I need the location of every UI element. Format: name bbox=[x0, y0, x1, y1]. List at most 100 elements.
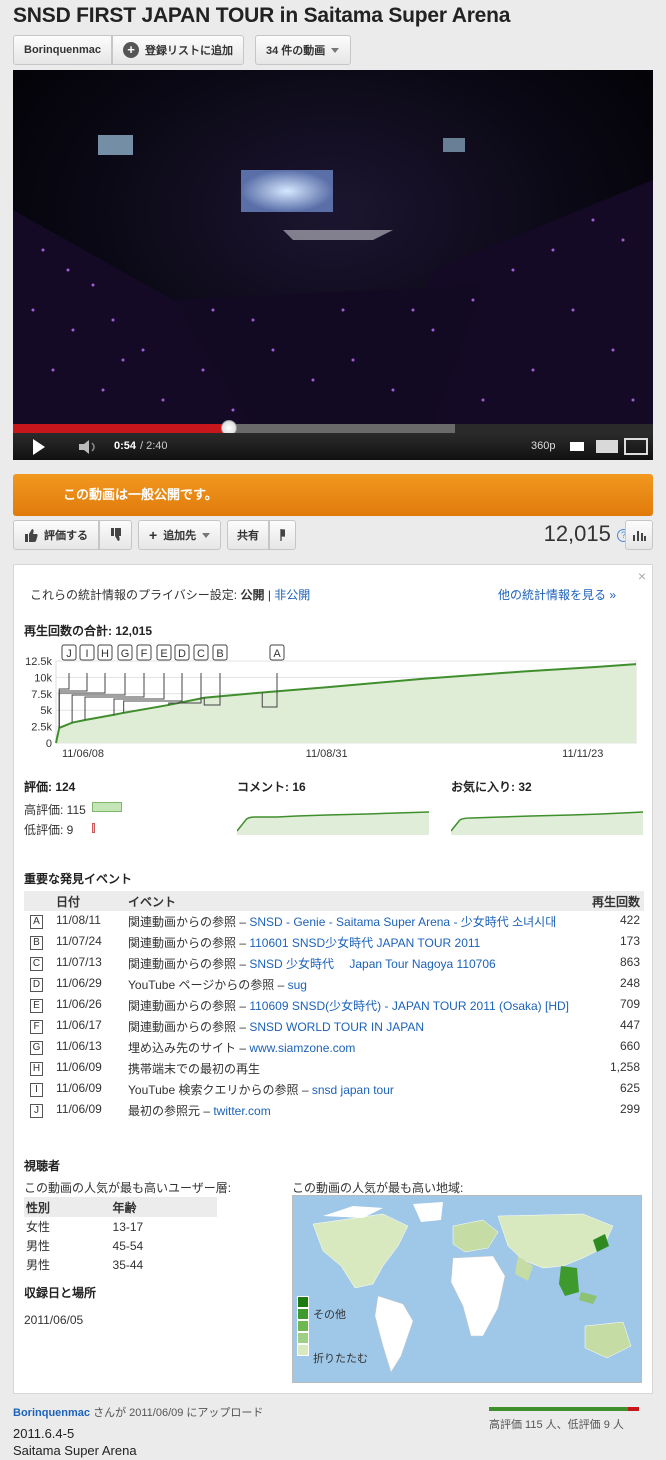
dislikes-bar bbox=[92, 823, 95, 833]
dislike-button[interactable] bbox=[99, 520, 132, 550]
event-prefix: 携帯端末での最初の再生 bbox=[128, 1062, 261, 1076]
like-button[interactable]: 評価する bbox=[13, 520, 99, 550]
event-letter-box: F bbox=[30, 1020, 43, 1034]
large-player-icon[interactable] bbox=[596, 440, 618, 453]
time-current: 0:54 bbox=[114, 440, 137, 452]
close-icon[interactable]: × bbox=[638, 568, 646, 584]
demo-row: 男性 35-44 bbox=[24, 1255, 217, 1274]
privacy-private-link[interactable]: 非公開 bbox=[274, 588, 310, 602]
event-description: 最初の参照元 – twitter.com bbox=[124, 1100, 584, 1121]
event-letter: G bbox=[24, 1037, 52, 1058]
share-button[interactable]: 共有 bbox=[227, 520, 269, 550]
fullscreen-icon[interactable] bbox=[624, 438, 648, 455]
event-link[interactable]: 110609 SNSD(少女時代) - JAPAN TOUR 2011 (Osa… bbox=[249, 999, 569, 1013]
event-description: 関連動画からの参照 – 110609 SNSD(少女時代) - JAPAN TO… bbox=[124, 995, 584, 1016]
demo-col-gender: 性別 bbox=[26, 1200, 51, 1215]
stage-screen bbox=[241, 170, 333, 212]
event-link[interactable]: twitter.com bbox=[213, 1104, 270, 1118]
player-controls: 0:54 / 2:40 360p bbox=[13, 433, 653, 460]
event-prefix: 関連動画からの参照 – bbox=[128, 957, 250, 971]
event-row: C 11/07/13 関連動画からの参照 – SNSD 少女時代 Japan Tou… bbox=[24, 953, 644, 974]
demo-age: 35-44 bbox=[112, 1257, 144, 1272]
favorites-label: お気に入り: 32 bbox=[451, 780, 532, 794]
chevron-down-icon bbox=[331, 47, 340, 53]
videos-count: 34 件の動画 bbox=[266, 45, 326, 57]
video-frame[interactable] bbox=[13, 70, 653, 426]
quality-button[interactable]: 360p bbox=[531, 440, 555, 452]
event-row: H 11/06/09 携帯端末での最初の再生 1,258 bbox=[24, 1058, 644, 1079]
comments-label: コメント: 16 bbox=[237, 780, 306, 794]
upload-info: Borinquenmac さんが 2011/06/09 にアップロード bbox=[13, 1404, 263, 1420]
event-link[interactable]: snsd japan tour bbox=[312, 1083, 394, 1097]
play-icon[interactable] bbox=[33, 439, 45, 455]
events-col-views: 再生回数 bbox=[584, 891, 644, 911]
event-link[interactable]: SNSD - Genie - Saitama Super Arena - 少女時… bbox=[249, 915, 556, 929]
audience-heading: 視聴者 bbox=[24, 1159, 61, 1173]
event-letter-box: D bbox=[30, 978, 43, 992]
ratings-label: 評価: 124 bbox=[24, 780, 76, 794]
event-letter-box: H bbox=[30, 1062, 43, 1076]
event-prefix: 関連動画からの参照 – bbox=[128, 915, 250, 929]
event-prefix: 埋め込み先のサイト – bbox=[128, 1041, 250, 1055]
channel-name: Borinquenmac bbox=[24, 44, 102, 56]
region-southeast-asia bbox=[559, 1266, 579, 1296]
recorded-heading: 収録日と場所 bbox=[24, 1286, 97, 1300]
bar-chart-icon bbox=[633, 531, 646, 541]
time-total: / 2:40 bbox=[140, 440, 168, 452]
map-legend-swatches bbox=[297, 1296, 309, 1356]
demographics-table: 性別 年齢 女性 13-17 男性 45-54 男性 35-44 bbox=[24, 1197, 217, 1274]
event-row: E 11/06/26 関連動画からの参照 – 110609 SNSD(少女時代) -… bbox=[24, 995, 644, 1016]
chart-y-tick: 12.5k bbox=[25, 656, 52, 668]
event-link[interactable]: www.siamzone.com bbox=[249, 1041, 355, 1055]
event-row: A 11/08/11 関連動画からの参照 – SNSD - Genie - Sait… bbox=[24, 911, 644, 932]
event-letter-box: G bbox=[30, 1041, 43, 1055]
event-views: 863 bbox=[619, 955, 640, 969]
stats-toggle-button[interactable] bbox=[625, 520, 653, 550]
flag-button[interactable] bbox=[269, 520, 296, 550]
event-letter: A bbox=[24, 911, 52, 932]
event-letter-box: A bbox=[30, 915, 43, 929]
privacy-public: 公開 bbox=[240, 588, 265, 602]
event-link[interactable]: SNSD WORLD TOUR IN JAPAN bbox=[249, 1020, 424, 1034]
event-date: 11/06/09 bbox=[56, 1060, 102, 1074]
event-prefix: 関連動画からの参照 – bbox=[128, 1020, 250, 1034]
plus-icon: + bbox=[149, 527, 158, 543]
event-description: YouTube ページからの参照 – sug bbox=[124, 974, 584, 995]
event-letter-box: J bbox=[30, 1104, 43, 1118]
subscribe-button[interactable]: + 登録リストに追加 bbox=[112, 35, 244, 65]
uploader-link[interactable]: Borinquenmac bbox=[13, 1407, 90, 1419]
volume-icon[interactable] bbox=[79, 440, 98, 454]
event-letter: H bbox=[24, 1058, 52, 1079]
event-link[interactable]: sug bbox=[288, 978, 307, 992]
more-stats-link[interactable]: 他の統計情報を見る » bbox=[498, 586, 616, 603]
events-heading: 重要な発見イベント bbox=[24, 872, 133, 886]
world-map[interactable]: その他 折りたたむ bbox=[292, 1195, 642, 1383]
event-description: YouTube 検索クエリからの参照 – snsd japan tour bbox=[124, 1079, 584, 1100]
small-player-icon[interactable] bbox=[570, 442, 584, 451]
event-date: 11/06/09 bbox=[56, 1081, 102, 1095]
privacy-setting: これらの統計情報のプライバシー設定: 公開 | 非公開 bbox=[30, 586, 310, 603]
event-link[interactable]: 110601 SNSD少女時代 JAPAN TOUR 2011 bbox=[249, 936, 480, 950]
channel-button[interactable]: Borinquenmac bbox=[13, 35, 113, 65]
event-prefix: 関連動画からの参照 – bbox=[128, 936, 250, 950]
event-prefix: YouTube 検索クエリからの参照 – bbox=[128, 1083, 312, 1097]
add-to-button[interactable]: + 追加先 bbox=[138, 520, 221, 550]
event-row: F 11/06/17 関連動画からの参照 – SNSD WORLD TOUR IN … bbox=[24, 1016, 644, 1037]
event-letter-box: E bbox=[30, 999, 43, 1013]
chart-event-label: J bbox=[66, 648, 72, 660]
chart-y-tick: 0 bbox=[46, 738, 52, 750]
event-views: 422 bbox=[619, 913, 640, 927]
chart-event-label: A bbox=[273, 648, 281, 660]
chart-event-label: H bbox=[101, 648, 109, 660]
events-table: 日付 イベント 再生回数 A 11/08/11 関連動画からの参照 – SNSD -… bbox=[24, 891, 644, 1121]
videos-dropdown[interactable]: 34 件の動画 bbox=[255, 35, 351, 65]
chart-y-tick: 7.5k bbox=[31, 689, 52, 701]
events-col-date: 日付 bbox=[52, 891, 124, 911]
event-date: 11/07/24 bbox=[56, 934, 102, 948]
event-link[interactable]: SNSD 少女時代 Japan Tour Nagoya 110706 bbox=[249, 957, 495, 971]
comments-sparkline bbox=[237, 811, 429, 835]
demo-row: 男性 45-54 bbox=[24, 1236, 217, 1255]
legend-top-label: その他 bbox=[313, 1309, 346, 1321]
legend-bottom-label[interactable]: 折りたたむ bbox=[313, 1350, 368, 1366]
like-label: 評価する bbox=[44, 530, 88, 542]
